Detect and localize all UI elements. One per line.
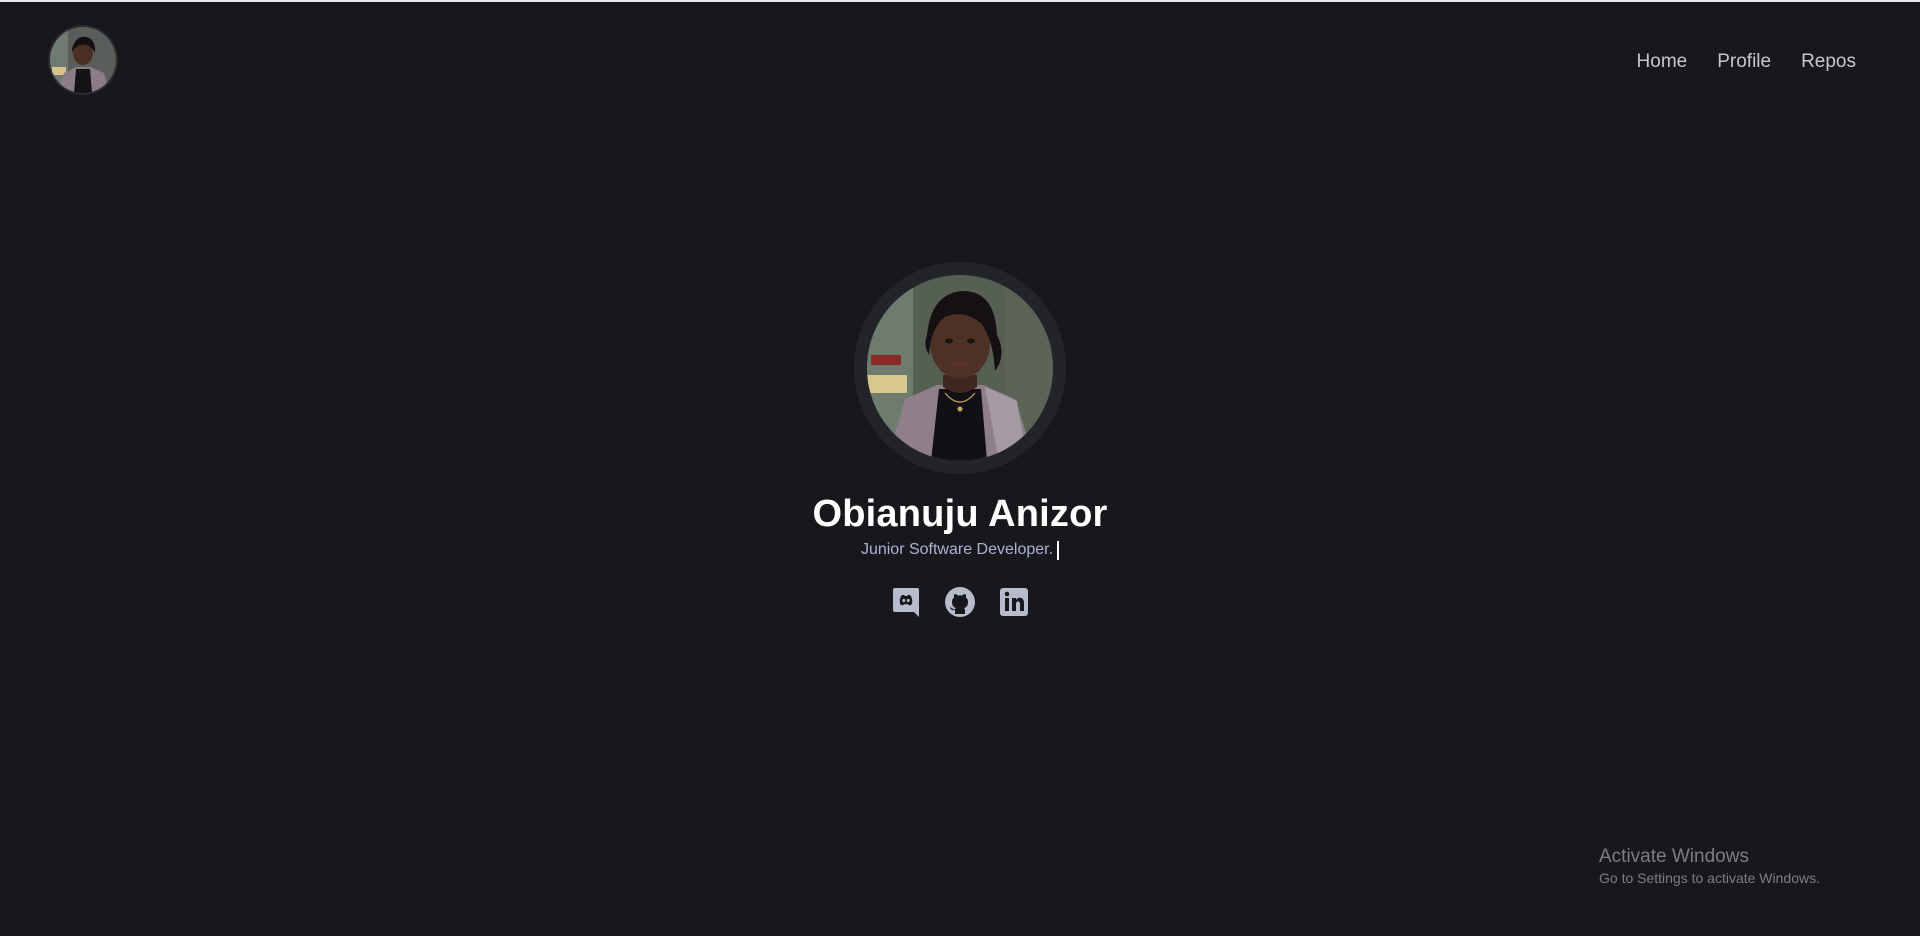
watermark-title: Activate Windows: [1599, 846, 1749, 867]
profile-avatar: [867, 275, 1053, 461]
role-line: Junior Software Developer.: [860, 540, 1060, 560]
linkedin-link[interactable]: [999, 586, 1029, 618]
profile-avatar-ring: [854, 262, 1066, 474]
watermark-subtitle: Go to Settings to activate Windows.: [1599, 870, 1820, 886]
profile-hero: Obianuju Anizor Junior Software Develope…: [0, 262, 1920, 618]
windows-activation-watermark: Activate Windows Go to Settings to activ…: [1599, 845, 1820, 887]
typing-cursor: [1057, 540, 1060, 560]
github-link[interactable]: [945, 586, 975, 618]
nav-profile-link[interactable]: Profile: [1717, 50, 1771, 74]
avatar-photo-large: [867, 275, 1053, 461]
linkedin-icon: [1000, 588, 1028, 616]
github-icon: [945, 587, 975, 617]
social-links: [891, 586, 1029, 618]
main-nav: Home Profile Repos: [1637, 50, 1856, 74]
nav-home-link[interactable]: Home: [1637, 50, 1688, 74]
profile-role: Junior Software Developer.: [860, 541, 1054, 558]
avatar-photo-small: [50, 27, 116, 93]
discord-icon: [893, 588, 919, 617]
site-header: Home Profile Repos: [0, 2, 1920, 120]
discord-link[interactable]: [891, 586, 921, 618]
profile-name: Obianuju Anizor: [812, 493, 1108, 535]
header-avatar[interactable]: [50, 27, 116, 93]
nav-repos-link[interactable]: Repos: [1801, 50, 1856, 74]
